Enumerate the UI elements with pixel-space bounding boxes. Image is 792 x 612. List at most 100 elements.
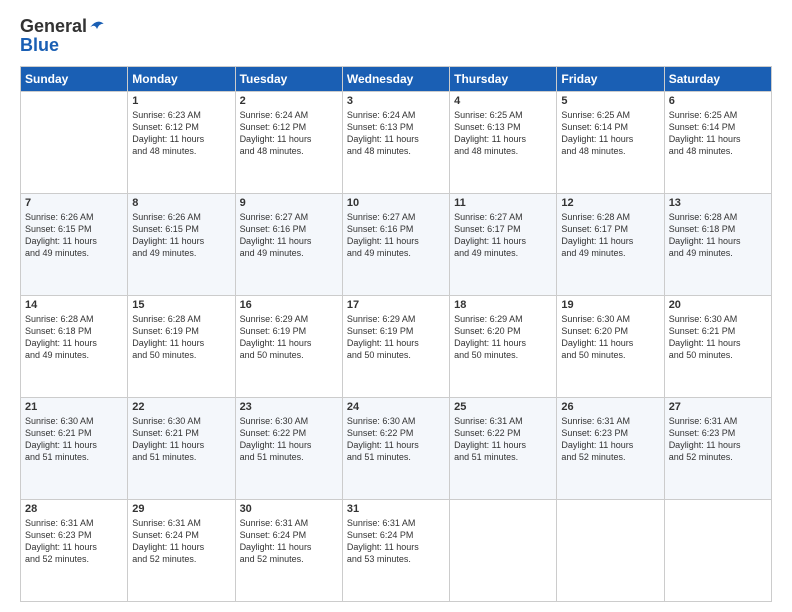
day-info: Sunrise: 6:24 AM Sunset: 6:12 PM Dayligh…: [240, 109, 338, 158]
logo: GeneralBlue: [20, 16, 107, 56]
calendar-cell: 1Sunrise: 6:23 AM Sunset: 6:12 PM Daylig…: [128, 92, 235, 194]
week-row-3: 21 Sunrise: 6:30 AM Sunset: 6:21 PM Dayli…: [21, 398, 772, 500]
day-number: 24: [347, 401, 445, 413]
week-row-1: 7Sunrise: 6:26 AM Sunset: 6:15 PM Daylig…: [21, 194, 772, 296]
day-number: 21: [25, 401, 123, 413]
calendar-cell: 19 Sunrise: 6:30 AM Sunset: 6:20 PM Dayli…: [557, 296, 664, 398]
calendar-cell: 9 Sunrise: 6:27 AM Sunset: 6:16 PM Daylig…: [235, 194, 342, 296]
day-info: Sunrise: 6:30 AM Sunset: 6:21 PM Dayligh…: [669, 313, 767, 362]
week-row-2: 14Sunrise: 6:28 AM Sunset: 6:18 PM Dayli…: [21, 296, 772, 398]
day-number: 27: [669, 401, 767, 413]
calendar-cell: 4 Sunrise: 6:25 AM Sunset: 6:13 PM Daylig…: [450, 92, 557, 194]
calendar-cell: 23 Sunrise: 6:30 AM Sunset: 6:22 PM Dayli…: [235, 398, 342, 500]
logo-general: General: [20, 16, 87, 37]
day-number: 9: [240, 197, 338, 209]
calendar-cell: 30 Sunrise: 6:31 AM Sunset: 6:24 PM Dayli…: [235, 500, 342, 602]
day-number: 2: [240, 95, 338, 107]
logo-bird-icon: [87, 17, 107, 37]
week-row-0: 1Sunrise: 6:23 AM Sunset: 6:12 PM Daylig…: [21, 92, 772, 194]
day-info: Sunrise: 6:31 AM Sunset: 6:23 PM Dayligh…: [25, 517, 123, 566]
header-wednesday: Wednesday: [342, 67, 449, 92]
day-info: Sunrise: 6:27 AM Sunset: 6:16 PM Dayligh…: [240, 211, 338, 260]
day-info: Sunrise: 6:29 AM Sunset: 6:20 PM Dayligh…: [454, 313, 552, 362]
day-info: Sunrise: 6:25 AM Sunset: 6:14 PM Dayligh…: [669, 109, 767, 158]
day-info: Sunrise: 6:31 AM Sunset: 6:24 PM Dayligh…: [240, 517, 338, 566]
day-number: 1: [132, 95, 230, 107]
day-number: 17: [347, 299, 445, 311]
calendar-cell: 11 Sunrise: 6:27 AM Sunset: 6:17 PM Dayli…: [450, 194, 557, 296]
calendar-cell: 3Sunrise: 6:24 AM Sunset: 6:13 PM Daylig…: [342, 92, 449, 194]
day-info: Sunrise: 6:26 AM Sunset: 6:15 PM Dayligh…: [132, 211, 230, 260]
calendar-cell: 14Sunrise: 6:28 AM Sunset: 6:18 PM Dayli…: [21, 296, 128, 398]
calendar-cell: 25 Sunrise: 6:31 AM Sunset: 6:22 PM Dayli…: [450, 398, 557, 500]
day-info: Sunrise: 6:25 AM Sunset: 6:14 PM Dayligh…: [561, 109, 659, 158]
calendar-cell: 10 Sunrise: 6:27 AM Sunset: 6:16 PM Dayli…: [342, 194, 449, 296]
day-info: Sunrise: 6:29 AM Sunset: 6:19 PM Dayligh…: [347, 313, 445, 362]
day-info: Sunrise: 6:30 AM Sunset: 6:21 PM Dayligh…: [25, 415, 123, 464]
day-info: Sunrise: 6:25 AM Sunset: 6:13 PM Dayligh…: [454, 109, 552, 158]
page: GeneralBlue SundayMondayTuesdayWednesday…: [0, 0, 792, 612]
calendar-cell: 5 Sunrise: 6:25 AM Sunset: 6:14 PM Daylig…: [557, 92, 664, 194]
day-number: 25: [454, 401, 552, 413]
calendar-cell: 31Sunrise: 6:31 AM Sunset: 6:24 PM Dayli…: [342, 500, 449, 602]
day-info: Sunrise: 6:30 AM Sunset: 6:22 PM Dayligh…: [240, 415, 338, 464]
day-info: Sunrise: 6:30 AM Sunset: 6:22 PM Dayligh…: [347, 415, 445, 464]
day-info: Sunrise: 6:31 AM Sunset: 6:24 PM Dayligh…: [132, 517, 230, 566]
day-info: Sunrise: 6:29 AM Sunset: 6:19 PM Dayligh…: [240, 313, 338, 362]
calendar-cell: 15 Sunrise: 6:28 AM Sunset: 6:19 PM Dayli…: [128, 296, 235, 398]
day-number: 10: [347, 197, 445, 209]
day-number: 12: [561, 197, 659, 209]
day-info: Sunrise: 6:31 AM Sunset: 6:23 PM Dayligh…: [561, 415, 659, 464]
calendar: SundayMondayTuesdayWednesdayThursdayFrid…: [20, 66, 772, 602]
header-thursday: Thursday: [450, 67, 557, 92]
day-info: Sunrise: 6:28 AM Sunset: 6:18 PM Dayligh…: [669, 211, 767, 260]
calendar-cell: [557, 500, 664, 602]
day-number: 23: [240, 401, 338, 413]
calendar-cell: 28 Sunrise: 6:31 AM Sunset: 6:23 PM Dayli…: [21, 500, 128, 602]
day-number: 28: [25, 503, 123, 515]
calendar-cell: [21, 92, 128, 194]
calendar-cell: [664, 500, 771, 602]
day-number: 4: [454, 95, 552, 107]
header: GeneralBlue: [20, 16, 772, 56]
day-number: 18: [454, 299, 552, 311]
day-number: 20: [669, 299, 767, 311]
day-info: Sunrise: 6:27 AM Sunset: 6:17 PM Dayligh…: [454, 211, 552, 260]
day-info: Sunrise: 6:31 AM Sunset: 6:22 PM Dayligh…: [454, 415, 552, 464]
calendar-cell: 24 Sunrise: 6:30 AM Sunset: 6:22 PM Dayli…: [342, 398, 449, 500]
calendar-cell: 18 Sunrise: 6:29 AM Sunset: 6:20 PM Dayli…: [450, 296, 557, 398]
calendar-cell: [450, 500, 557, 602]
day-info: Sunrise: 6:26 AM Sunset: 6:15 PM Dayligh…: [25, 211, 123, 260]
header-tuesday: Tuesday: [235, 67, 342, 92]
header-sunday: Sunday: [21, 67, 128, 92]
day-number: 15: [132, 299, 230, 311]
calendar-cell: 27Sunrise: 6:31 AM Sunset: 6:23 PM Dayli…: [664, 398, 771, 500]
day-number: 11: [454, 197, 552, 209]
day-info: Sunrise: 6:24 AM Sunset: 6:13 PM Dayligh…: [347, 109, 445, 158]
logo-blue: Blue: [20, 35, 59, 56]
day-number: 8: [132, 197, 230, 209]
calendar-cell: 20 Sunrise: 6:30 AM Sunset: 6:21 PM Dayli…: [664, 296, 771, 398]
day-number: 16: [240, 299, 338, 311]
calendar-cell: 29Sunrise: 6:31 AM Sunset: 6:24 PM Dayli…: [128, 500, 235, 602]
calendar-cell: 16 Sunrise: 6:29 AM Sunset: 6:19 PM Dayli…: [235, 296, 342, 398]
day-info: Sunrise: 6:28 AM Sunset: 6:19 PM Dayligh…: [132, 313, 230, 362]
day-info: Sunrise: 6:30 AM Sunset: 6:20 PM Dayligh…: [561, 313, 659, 362]
calendar-cell: 22 Sunrise: 6:30 AM Sunset: 6:21 PM Dayli…: [128, 398, 235, 500]
week-row-4: 28 Sunrise: 6:31 AM Sunset: 6:23 PM Dayli…: [21, 500, 772, 602]
calendar-header-row: SundayMondayTuesdayWednesdayThursdayFrid…: [21, 67, 772, 92]
day-number: 5: [561, 95, 659, 107]
calendar-cell: 13 Sunrise: 6:28 AM Sunset: 6:18 PM Dayli…: [664, 194, 771, 296]
day-info: Sunrise: 6:27 AM Sunset: 6:16 PM Dayligh…: [347, 211, 445, 260]
calendar-cell: 2 Sunrise: 6:24 AM Sunset: 6:12 PM Daylig…: [235, 92, 342, 194]
day-number: 19: [561, 299, 659, 311]
day-number: 14: [25, 299, 123, 311]
day-number: 22: [132, 401, 230, 413]
day-number: 26: [561, 401, 659, 413]
day-number: 13: [669, 197, 767, 209]
day-info: Sunrise: 6:30 AM Sunset: 6:21 PM Dayligh…: [132, 415, 230, 464]
day-number: 30: [240, 503, 338, 515]
day-number: 31: [347, 503, 445, 515]
calendar-cell: 7Sunrise: 6:26 AM Sunset: 6:15 PM Daylig…: [21, 194, 128, 296]
calendar-cell: 26 Sunrise: 6:31 AM Sunset: 6:23 PM Dayli…: [557, 398, 664, 500]
